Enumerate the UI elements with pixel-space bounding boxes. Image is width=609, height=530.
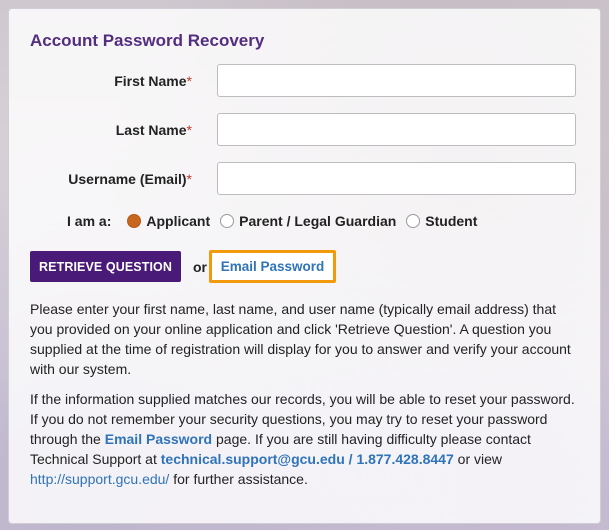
first-name-row: First Name* xyxy=(0,64,600,98)
last-name-label-text: Last Name xyxy=(115,122,187,138)
applicant-radio[interactable] xyxy=(127,214,142,228)
instructions-paragraph-2: If the information supplied matches our … xyxy=(30,389,578,489)
email-password-link-box[interactable]: Email Password xyxy=(209,250,336,283)
first-name-label-text: First Name xyxy=(114,73,187,89)
last-name-label: Last Name* xyxy=(116,122,192,138)
username-row: Username (Email)* xyxy=(0,162,600,196)
contact-separator: / xyxy=(344,451,357,467)
email-password-inline-link[interactable]: Email Password xyxy=(105,431,212,447)
role-selector: I am a: Applicant Parent / Legal Guardia… xyxy=(67,212,487,230)
student-label: Student xyxy=(425,213,478,229)
retrieve-question-button[interactable]: Retrieve Question xyxy=(30,251,181,282)
required-mark: * xyxy=(186,171,192,187)
or-separator: or xyxy=(193,259,207,275)
student-radio[interactable] xyxy=(406,214,421,228)
page-title: Account Password Recovery xyxy=(30,31,265,50)
required-mark: * xyxy=(186,122,192,138)
parent-guardian-radio[interactable] xyxy=(220,214,235,228)
parent-guardian-label: Parent / Legal Guardian xyxy=(239,213,397,229)
first-name-label: First Name* xyxy=(114,73,192,89)
first-name-input[interactable] xyxy=(217,64,576,97)
email-password-link[interactable]: Email Password xyxy=(221,259,325,274)
applicant-label: Applicant xyxy=(146,213,211,229)
role-option-student[interactable]: Student xyxy=(406,213,477,229)
role-option-parent[interactable]: Parent / Legal Guardian xyxy=(220,213,396,229)
username-label: Username (Email)* xyxy=(68,171,192,187)
instructions-paragraph-1: Please enter your first name, last name,… xyxy=(30,301,571,377)
role-option-applicant[interactable]: Applicant xyxy=(127,213,210,229)
username-email-input[interactable] xyxy=(217,162,576,195)
role-label: I am a: xyxy=(67,213,112,229)
last-name-input[interactable] xyxy=(217,113,576,146)
last-name-row: Last Name* xyxy=(0,113,600,147)
support-phone-link[interactable]: 1.877.428.8447 xyxy=(356,451,453,467)
support-url-link[interactable]: http://support.gcu.edu/ xyxy=(30,471,169,487)
para2-text-d: for further assistance. xyxy=(169,471,308,487)
support-email-link[interactable]: technical.support@gcu.edu xyxy=(161,451,345,467)
username-label-text: Username (Email) xyxy=(68,171,187,187)
para2-text-c: or view xyxy=(453,451,502,467)
required-mark: * xyxy=(186,73,192,89)
